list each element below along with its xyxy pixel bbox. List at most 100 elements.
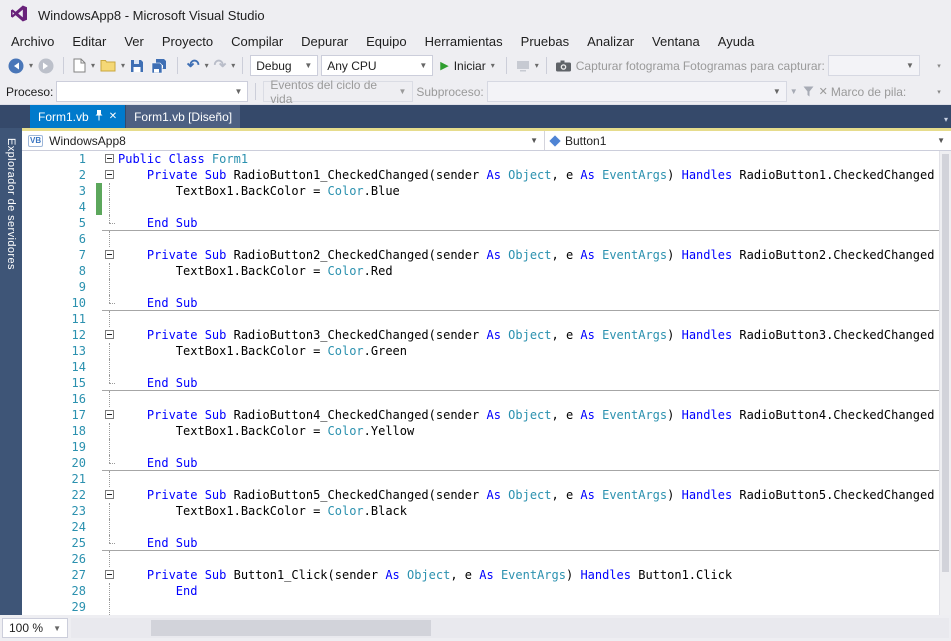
vertical-scrollbar-thumb[interactable] bbox=[942, 154, 949, 572]
horizontal-scrollbar[interactable] bbox=[71, 618, 949, 638]
horizontal-scrollbar-thumb[interactable] bbox=[151, 620, 431, 636]
code-line[interactable]: 4 bbox=[22, 199, 939, 215]
code-line[interactable]: 12 Private Sub RadioButton3_CheckedChange… bbox=[22, 327, 939, 343]
frames-to-capture-combo[interactable]: ▼ bbox=[827, 55, 920, 76]
menu-proyecto[interactable]: Proyecto bbox=[153, 31, 222, 52]
debug-target-combo[interactable]: Debug ▼ bbox=[250, 55, 319, 76]
code-line[interactable]: 23 TextBox1.BackColor = Color.Black bbox=[22, 503, 939, 519]
undo-caret[interactable]: ▾ bbox=[205, 61, 209, 70]
code-line[interactable]: 25 End Sub bbox=[22, 535, 939, 551]
code-line[interactable]: 21 bbox=[22, 471, 939, 487]
pin-icon[interactable] bbox=[95, 109, 103, 124]
code-line[interactable]: 24 bbox=[22, 519, 939, 535]
menu-editar[interactable]: Editar bbox=[63, 31, 115, 52]
code-lines[interactable]: 1 Public Class Form1 2 Private Sub RadioBut… bbox=[22, 151, 939, 615]
code-line[interactable]: 11 bbox=[22, 311, 939, 327]
close-icon[interactable]: ✕ bbox=[109, 111, 117, 122]
camera-icon[interactable] bbox=[554, 55, 573, 77]
document-tab[interactable]: Form1.vb ✕ bbox=[30, 105, 126, 128]
code-line[interactable]: 8 TextBox1.BackColor = Color.Red bbox=[22, 263, 939, 279]
menu-ver[interactable]: Ver bbox=[115, 31, 153, 52]
menu-compilar[interactable]: Compilar bbox=[222, 31, 292, 52]
menu-herramientas[interactable]: Herramientas bbox=[416, 31, 512, 52]
diagnostics-tool-icon[interactable] bbox=[514, 55, 532, 77]
document-tab[interactable]: Form1.vb [Diseño] bbox=[126, 105, 241, 128]
toolbar-overflow-chevron[interactable]: ▾ bbox=[933, 62, 945, 70]
undo-icon[interactable]: ↶ bbox=[185, 55, 202, 77]
collapse-toggle-icon[interactable] bbox=[105, 490, 114, 499]
code-line[interactable]: 3 TextBox1.BackColor = Color.Blue bbox=[22, 183, 939, 199]
code-text: Public Class Form1 bbox=[118, 152, 249, 166]
vertical-scrollbar[interactable] bbox=[939, 151, 951, 615]
toolbar-overflow-chevron[interactable]: ▾ bbox=[933, 88, 945, 96]
navigate-back-button[interactable] bbox=[6, 55, 26, 77]
start-debugging-button[interactable]: ▶ Iniciar ▾ bbox=[436, 59, 499, 73]
zoom-control[interactable]: 100 % ▼ bbox=[2, 618, 68, 638]
redo-icon[interactable]: ↷ bbox=[212, 55, 229, 77]
new-file-button[interactable] bbox=[71, 55, 88, 77]
code-line[interactable]: 2 Private Sub RadioButton1_CheckedChanged… bbox=[22, 167, 939, 183]
process-combo[interactable]: ▼ bbox=[56, 81, 249, 102]
collapse-toggle-icon[interactable] bbox=[105, 570, 114, 579]
line-number: 23 bbox=[71, 504, 86, 518]
code-line[interactable]: 9 bbox=[22, 279, 939, 295]
code-line[interactable]: 28 End bbox=[22, 583, 939, 599]
menu-depurar[interactable]: Depurar bbox=[292, 31, 357, 52]
navigate-forward-button[interactable] bbox=[36, 55, 56, 77]
capture-frame-button[interactable]: Capturar fotograma bbox=[576, 59, 680, 73]
navigate-back-caret[interactable]: ▾ bbox=[29, 61, 33, 70]
code-text: TextBox1.BackColor = Color.Red bbox=[175, 264, 393, 278]
code-line[interactable]: 13 TextBox1.BackColor = Color.Green bbox=[22, 343, 939, 359]
redo-caret[interactable]: ▾ bbox=[231, 61, 235, 70]
code-line[interactable]: 10 End Sub bbox=[22, 295, 939, 311]
project-dropdown[interactable]: VB WindowsApp8 ▼ bbox=[22, 131, 545, 150]
code-line[interactable]: 7 Private Sub RadioButton2_CheckedChanged… bbox=[22, 247, 939, 263]
code-line[interactable]: 1 Public Class Form1 bbox=[22, 151, 939, 167]
code-line[interactable]: 22 Private Sub RadioButton5_CheckedChange… bbox=[22, 487, 939, 503]
line-number: 11 bbox=[71, 312, 86, 326]
start-caret[interactable]: ▾ bbox=[491, 61, 495, 70]
code-line[interactable]: 27 Private Sub Button1_Click(sender As Ob… bbox=[22, 567, 939, 583]
code-line[interactable]: 6 bbox=[22, 231, 939, 247]
collapse-toggle-icon[interactable] bbox=[105, 154, 114, 163]
code-line[interactable]: 18 TextBox1.BackColor = Color.Yellow bbox=[22, 423, 939, 439]
code-line[interactable]: 17 Private Sub RadioButton4_CheckedChange… bbox=[22, 407, 939, 423]
thread-combo[interactable]: ▼ bbox=[486, 81, 787, 102]
menu-archivo[interactable]: Archivo bbox=[2, 31, 63, 52]
menu-ventana[interactable]: Ventana bbox=[643, 31, 709, 52]
menu-analizar[interactable]: Analizar bbox=[578, 31, 643, 52]
code-line[interactable]: 26 bbox=[22, 551, 939, 567]
save-button[interactable] bbox=[128, 55, 146, 77]
tab-list-chevron[interactable]: ▾ bbox=[944, 115, 948, 124]
collapse-toggle-icon[interactable] bbox=[105, 170, 114, 179]
code-line[interactable]: 20 End Sub bbox=[22, 455, 939, 471]
collapse-toggle-icon[interactable] bbox=[105, 250, 114, 259]
menu-ayuda[interactable]: Ayuda bbox=[709, 31, 764, 52]
platform-combo[interactable]: Any CPU ▼ bbox=[321, 55, 434, 76]
code-line[interactable]: 19 bbox=[22, 439, 939, 455]
member-dropdown[interactable]: Button1 ▼ bbox=[545, 131, 951, 150]
code-text: TextBox1.BackColor = Color.Blue bbox=[175, 184, 400, 198]
code-line[interactable]: 15 End Sub bbox=[22, 375, 939, 391]
open-file-button[interactable] bbox=[98, 55, 118, 77]
thread-list-caret[interactable]: ▼ bbox=[790, 87, 798, 96]
code-line[interactable]: 16 bbox=[22, 391, 939, 407]
server-explorer-tab[interactable]: Explorador de servidores bbox=[0, 128, 22, 615]
new-file-caret[interactable]: ▾ bbox=[91, 61, 95, 70]
code-line[interactable]: 5 End Sub bbox=[22, 215, 939, 231]
lifecycle-events-dropdown[interactable]: Eventos del ciclo de vida ▼ bbox=[263, 78, 414, 106]
code-line[interactable]: 14 bbox=[22, 359, 939, 375]
menu-pruebas[interactable]: Pruebas bbox=[512, 31, 578, 52]
open-file-caret[interactable]: ▾ bbox=[121, 61, 125, 70]
filter-icon[interactable] bbox=[801, 81, 816, 103]
chevron-down-icon: ▼ bbox=[234, 87, 243, 96]
code-line[interactable]: 29 bbox=[22, 599, 939, 615]
save-all-button[interactable] bbox=[149, 55, 170, 77]
diagnostics-caret[interactable]: ▾ bbox=[535, 61, 539, 70]
collapse-toggle-icon[interactable] bbox=[105, 410, 114, 419]
menu-equipo[interactable]: Equipo bbox=[357, 31, 415, 52]
clear-filter-icon[interactable]: ✕ bbox=[819, 85, 828, 98]
line-number: 13 bbox=[71, 344, 86, 358]
collapse-toggle-icon[interactable] bbox=[105, 330, 114, 339]
